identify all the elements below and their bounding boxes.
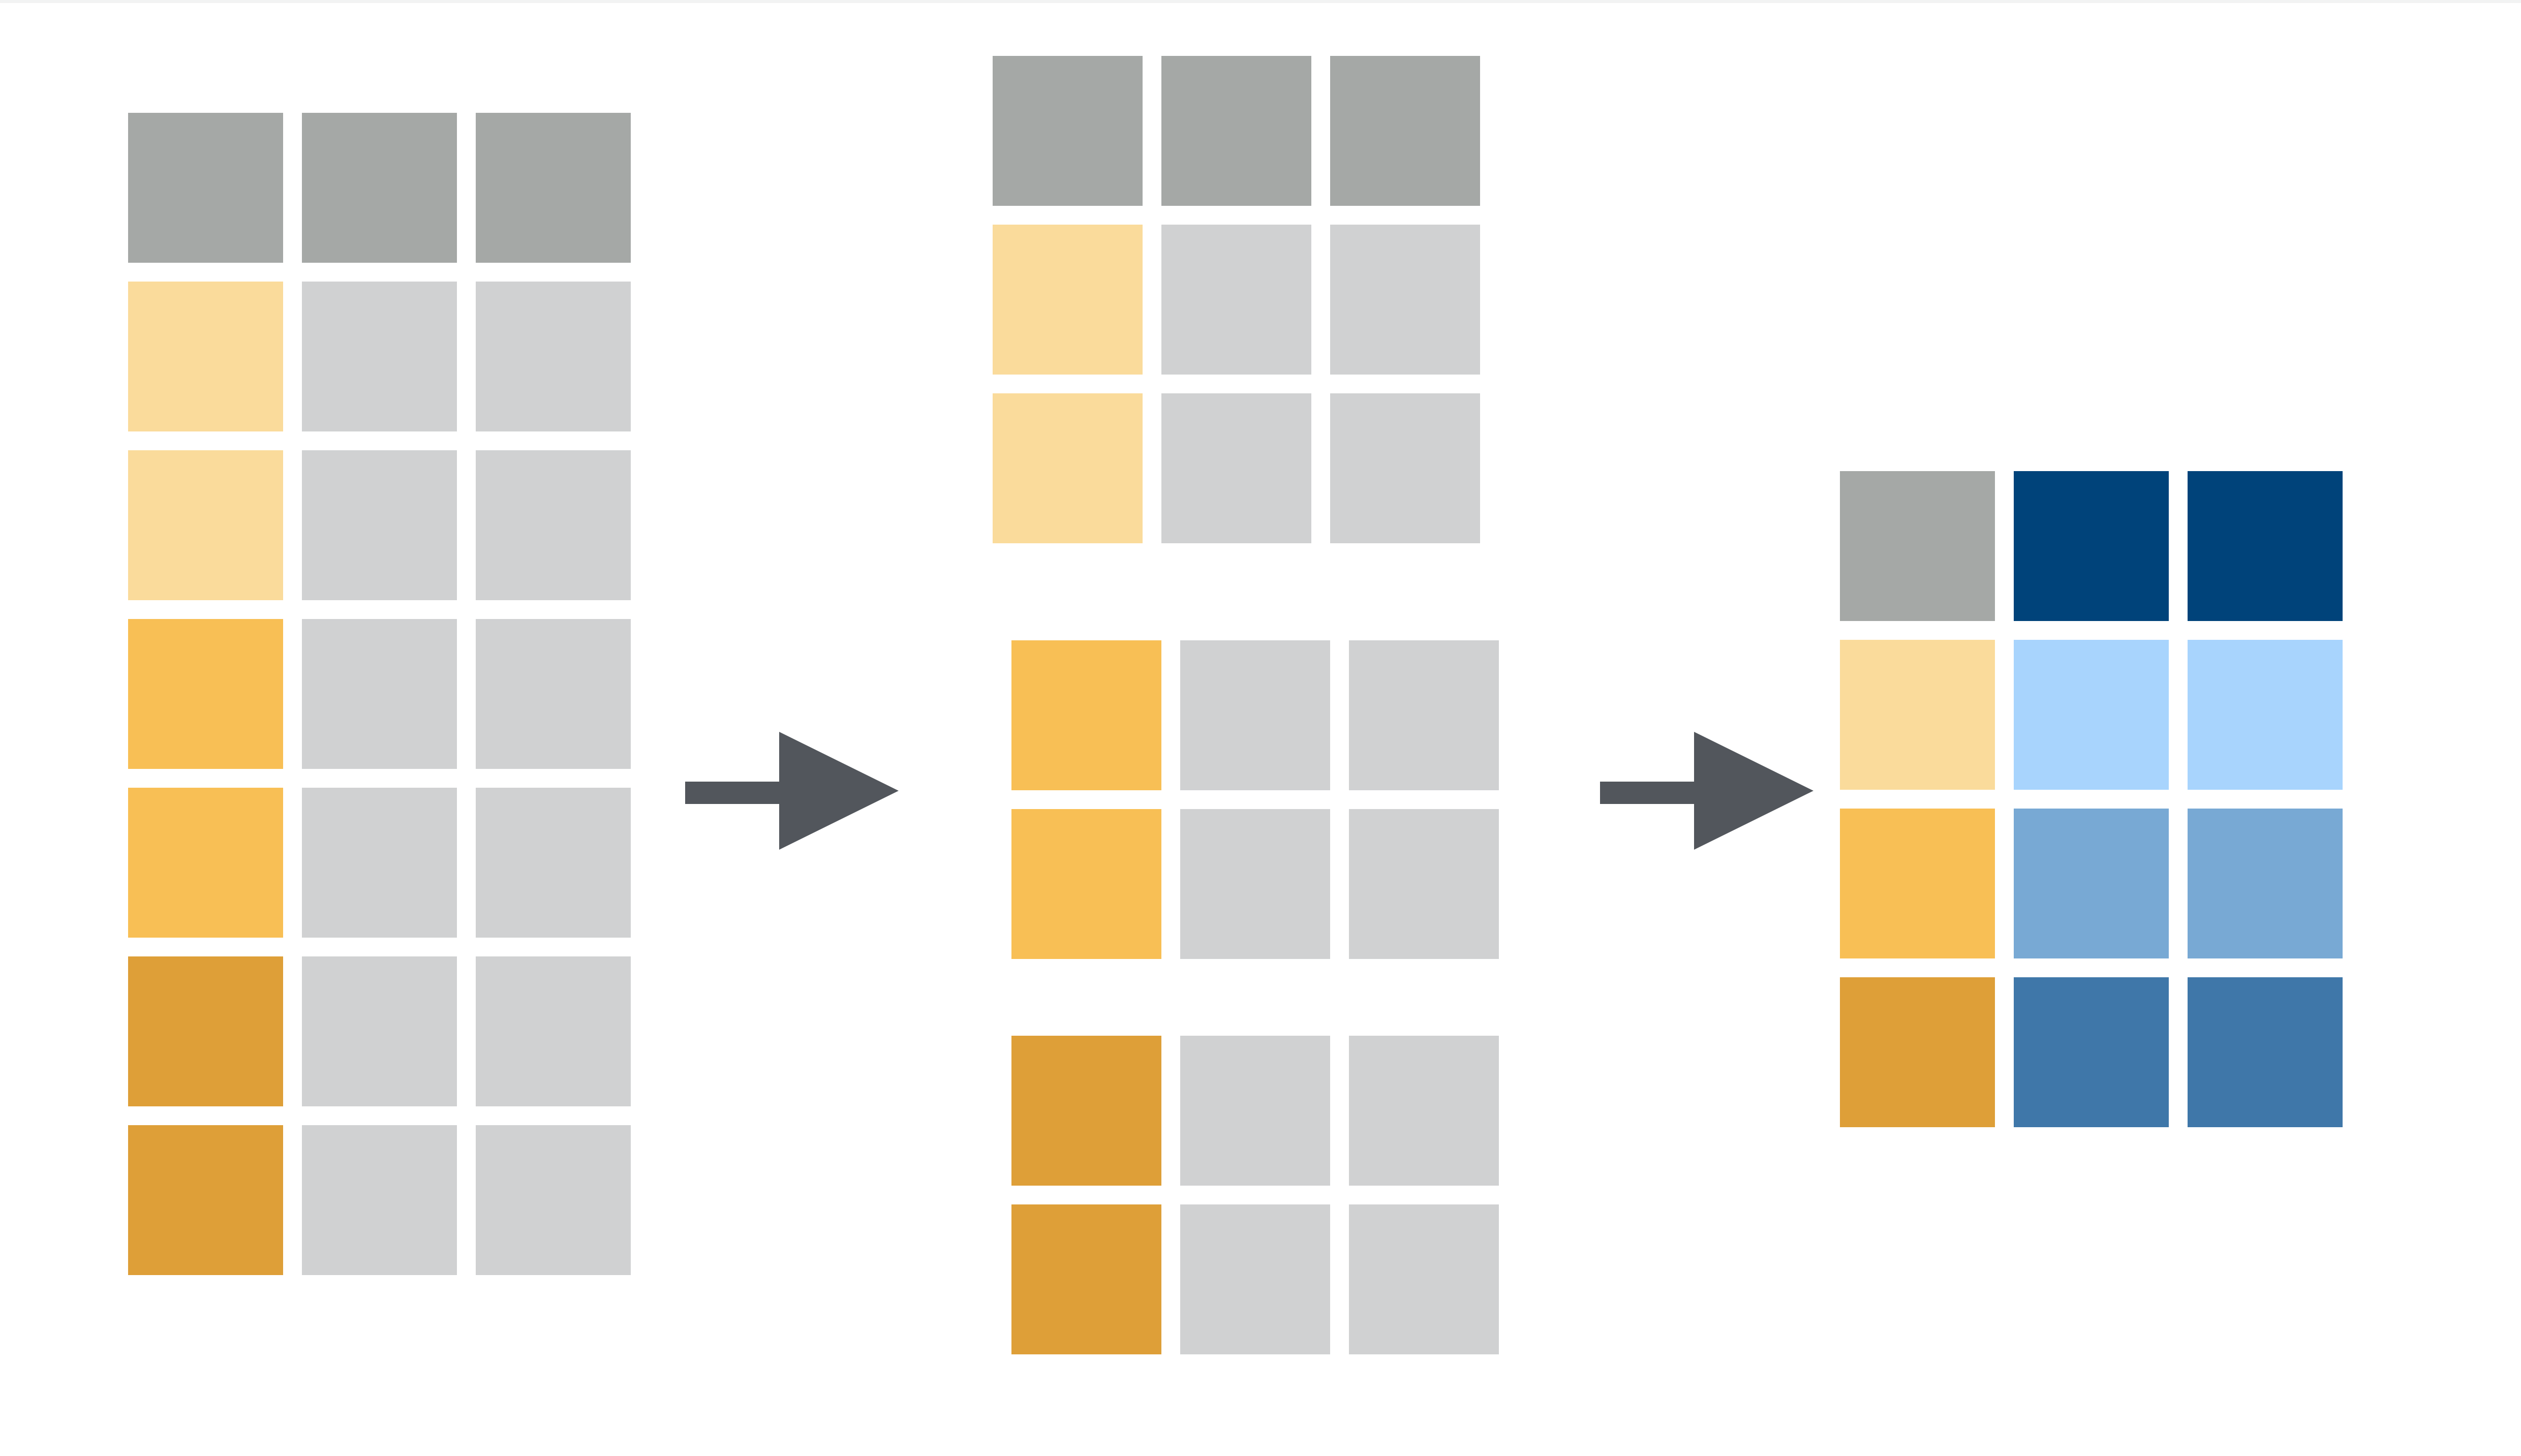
input-cell-body bbox=[476, 450, 631, 600]
input-cell-body bbox=[302, 788, 457, 938]
input-cell-mid bbox=[128, 619, 283, 769]
input-cell-light bbox=[128, 450, 283, 600]
group-dark-cell-dark bbox=[1011, 1036, 1161, 1186]
top-divider bbox=[0, 0, 2521, 3]
summary-cell-summary-mid bbox=[2014, 809, 2169, 958]
group-light-cell-body bbox=[1161, 393, 1311, 543]
group-light-cell-header bbox=[1161, 56, 1311, 206]
input-cell-body bbox=[302, 282, 457, 431]
group-light-cell-header bbox=[1330, 56, 1480, 206]
input-table bbox=[128, 113, 631, 1275]
input-cell-body bbox=[476, 956, 631, 1106]
group-table-light bbox=[993, 56, 1480, 543]
group-dark-cell-body bbox=[1180, 1036, 1330, 1186]
summary-cell-summary-dark bbox=[2188, 977, 2343, 1127]
group-mid-cell-body bbox=[1180, 640, 1330, 790]
input-cell-body bbox=[302, 1125, 457, 1275]
summary-cell-summary-light bbox=[2014, 640, 2169, 790]
input-cell-light bbox=[128, 282, 283, 431]
summary-cell-summary-header bbox=[2188, 471, 2343, 621]
summary-cell-mid bbox=[1840, 809, 1995, 958]
group-table-dark bbox=[1011, 1036, 1499, 1354]
group-light-cell-body bbox=[1330, 393, 1480, 543]
split-apply-combine-diagram bbox=[0, 0, 2521, 1456]
input-cell-dark bbox=[128, 1125, 283, 1275]
summary-cell-summary-dark bbox=[2014, 977, 2169, 1127]
input-cell-body bbox=[476, 1125, 631, 1275]
group-light-cell-body bbox=[1330, 225, 1480, 375]
input-cell-header bbox=[476, 113, 631, 263]
input-cell-body bbox=[476, 788, 631, 938]
input-cell-body bbox=[302, 956, 457, 1106]
group-light-cell-light bbox=[993, 393, 1143, 543]
group-light-cell-body bbox=[1161, 225, 1311, 375]
group-mid-cell-mid bbox=[1011, 640, 1161, 790]
summary-cell-header bbox=[1840, 471, 1995, 621]
right-arrow-icon bbox=[685, 732, 899, 850]
group-light-cell-light bbox=[993, 225, 1143, 375]
input-cell-body bbox=[476, 282, 631, 431]
right-arrow-icon bbox=[1600, 732, 1813, 850]
summary-cell-dark bbox=[1840, 977, 1995, 1127]
group-mid-cell-body bbox=[1180, 809, 1330, 959]
group-mid-cell-mid bbox=[1011, 809, 1161, 959]
group-mid-cell-body bbox=[1349, 640, 1499, 790]
group-mid-cell-body bbox=[1349, 809, 1499, 959]
summary-cell-light bbox=[1840, 640, 1995, 790]
group-table-mid bbox=[1011, 640, 1499, 959]
arrow-head bbox=[779, 732, 899, 850]
summary-cell-summary-header bbox=[2014, 471, 2169, 621]
summary-cell-summary-light bbox=[2188, 640, 2343, 790]
group-dark-cell-body bbox=[1349, 1204, 1499, 1354]
summary-cell-summary-mid bbox=[2188, 809, 2343, 958]
input-cell-header bbox=[128, 113, 283, 263]
group-light-cell-header bbox=[993, 56, 1143, 206]
input-cell-body bbox=[476, 619, 631, 769]
arrow-shaft bbox=[685, 782, 787, 804]
input-cell-body bbox=[302, 450, 457, 600]
input-cell-body bbox=[302, 619, 457, 769]
summary-table bbox=[1840, 471, 2343, 1127]
arrow-shaft bbox=[1600, 782, 1702, 804]
input-cell-header bbox=[302, 113, 457, 263]
group-dark-cell-dark bbox=[1011, 1204, 1161, 1354]
group-dark-cell-body bbox=[1349, 1036, 1499, 1186]
group-dark-cell-body bbox=[1180, 1204, 1330, 1354]
arrow-head bbox=[1694, 732, 1813, 850]
input-cell-dark bbox=[128, 956, 283, 1106]
input-cell-mid bbox=[128, 788, 283, 938]
